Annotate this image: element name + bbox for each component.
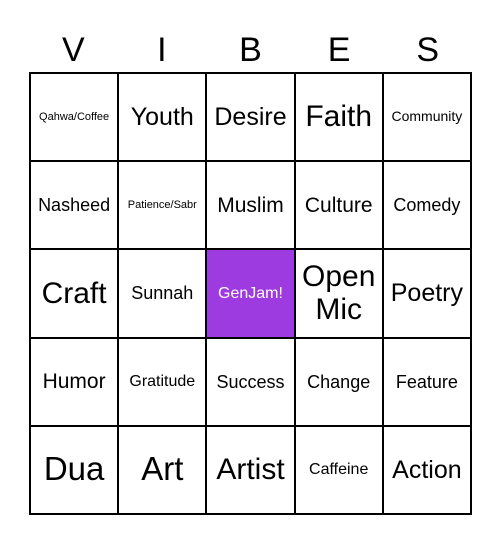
bingo-cell[interactable]: Desire [207, 74, 294, 161]
bingo-cell[interactable]: Artist [207, 426, 294, 513]
bingo-cell[interactable]: Dua [31, 426, 118, 513]
header-letter-s: S [416, 31, 440, 69]
bingo-cell[interactable]: Muslim [207, 162, 294, 249]
bingo-cell[interactable]: Caffeine [295, 426, 382, 513]
bingo-cell[interactable]: Nasheed [31, 162, 118, 249]
header-letter-e: E [327, 31, 351, 69]
header-letter-v: V [61, 31, 85, 69]
bingo-cell[interactable]: Youth [119, 74, 206, 161]
bingo-cell[interactable]: Success [207, 338, 294, 425]
bingo-header: V I B E S [29, 28, 472, 72]
bingo-cell[interactable]: Community [383, 74, 470, 161]
bingo-cell[interactable]: Art [119, 426, 206, 513]
bingo-cell[interactable]: Patience/Sabr [119, 162, 206, 249]
header-letter-b: B [239, 31, 262, 69]
free-space-cell[interactable]: GenJam! [207, 250, 294, 337]
header-letter-i: I [157, 31, 167, 69]
bingo-cell[interactable]: Comedy [383, 162, 470, 249]
bingo-cell[interactable]: Culture [295, 162, 382, 249]
bingo-cell[interactable]: Faith [295, 74, 382, 161]
bingo-cell[interactable]: Qahwa/Coffee [31, 74, 118, 161]
bingo-cell[interactable]: Action [383, 426, 470, 513]
bingo-cell[interactable]: Change [295, 338, 382, 425]
bingo-cell[interactable]: Humor [31, 338, 118, 425]
bingo-cell[interactable]: Open Mic [295, 250, 382, 337]
bingo-board: Qahwa/Coffee Youth Desire Faith Communit… [29, 72, 472, 515]
bingo-cell[interactable]: Sunnah [119, 250, 206, 337]
bingo-cell[interactable]: Feature [383, 338, 470, 425]
bingo-cell[interactable]: Poetry [383, 250, 470, 337]
bingo-cell[interactable]: Gratitude [119, 338, 206, 425]
bingo-cell[interactable]: Craft [31, 250, 118, 337]
